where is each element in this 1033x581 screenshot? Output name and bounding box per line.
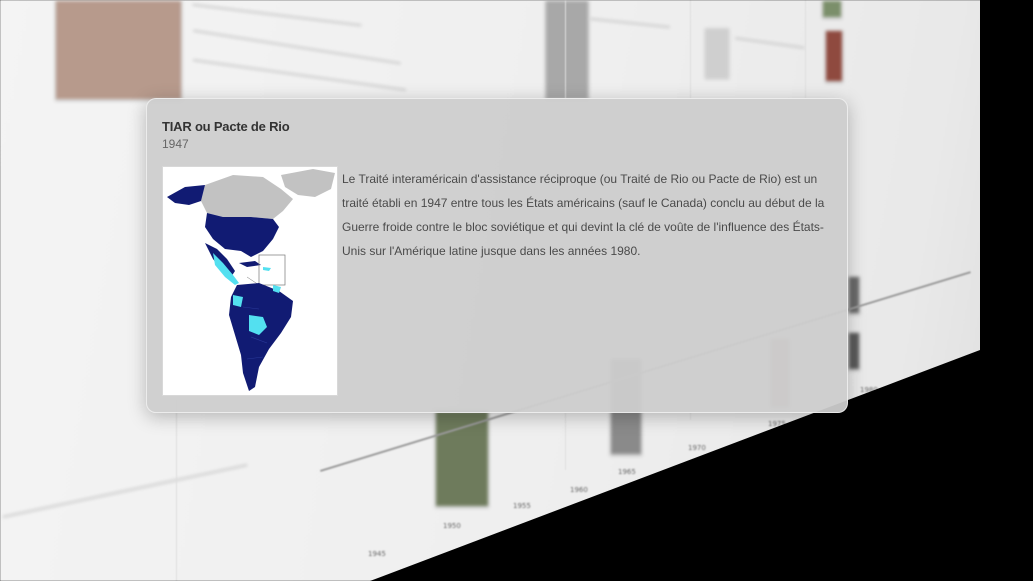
map-region-caribbean bbox=[239, 261, 261, 267]
event-description: Le Traité interaméricain d'assistance ré… bbox=[342, 172, 825, 258]
timeline-text-line bbox=[192, 59, 407, 91]
event-date: 1947 bbox=[162, 137, 189, 151]
timeline-tick-label: 1980 bbox=[860, 386, 878, 394]
timeline-tick-label: 1950 bbox=[443, 522, 461, 530]
timeline-photo-thumbnail[interactable] bbox=[825, 30, 843, 82]
americas-map-image bbox=[162, 166, 338, 396]
timeline-tick-label: 1945 bbox=[368, 550, 386, 558]
map-inset-frame bbox=[258, 254, 286, 286]
event-title: TIAR ou Pacte de Rio bbox=[162, 119, 290, 134]
timeline-text-line bbox=[590, 17, 670, 29]
timeline-viewport: 1945 1950 1955 1960 1965 1970 1975 1980 … bbox=[0, 0, 1033, 581]
map-region-canada bbox=[201, 175, 293, 219]
map-region-alaska bbox=[167, 185, 205, 205]
timeline-photo-thumbnail[interactable] bbox=[705, 28, 729, 78]
timeline-text-line bbox=[735, 37, 805, 49]
timeline-photo-thumbnail[interactable] bbox=[822, 0, 842, 18]
map-region-central-america bbox=[213, 253, 239, 285]
event-detail-popup[interactable]: TIAR ou Pacte de Rio 1947 Le Traité inte… bbox=[146, 98, 848, 413]
timeline-tick-label: 1955 bbox=[513, 502, 531, 510]
timeline-tick-label: 1960 bbox=[570, 486, 588, 494]
timeline-photo-thumbnail[interactable] bbox=[435, 410, 489, 507]
timeline-tick-label: 1965 bbox=[618, 468, 636, 476]
timeline-gridline bbox=[176, 400, 177, 581]
timeline-photo-thumbnail[interactable] bbox=[848, 332, 860, 370]
americas-map-svg bbox=[167, 169, 335, 391]
timeline-tick-label: 1970 bbox=[688, 444, 706, 452]
timeline-photo-thumbnail[interactable] bbox=[545, 0, 589, 100]
map-region-greenland bbox=[281, 169, 335, 197]
timeline-tick-label: 1975 bbox=[768, 420, 786, 428]
map-region-caribbean-small bbox=[263, 267, 271, 271]
timeline-text-line bbox=[192, 3, 362, 27]
timeline-photo-thumbnail[interactable] bbox=[55, 0, 182, 100]
timeline-text-line bbox=[2, 464, 248, 518]
timeline-text-line bbox=[193, 29, 401, 65]
